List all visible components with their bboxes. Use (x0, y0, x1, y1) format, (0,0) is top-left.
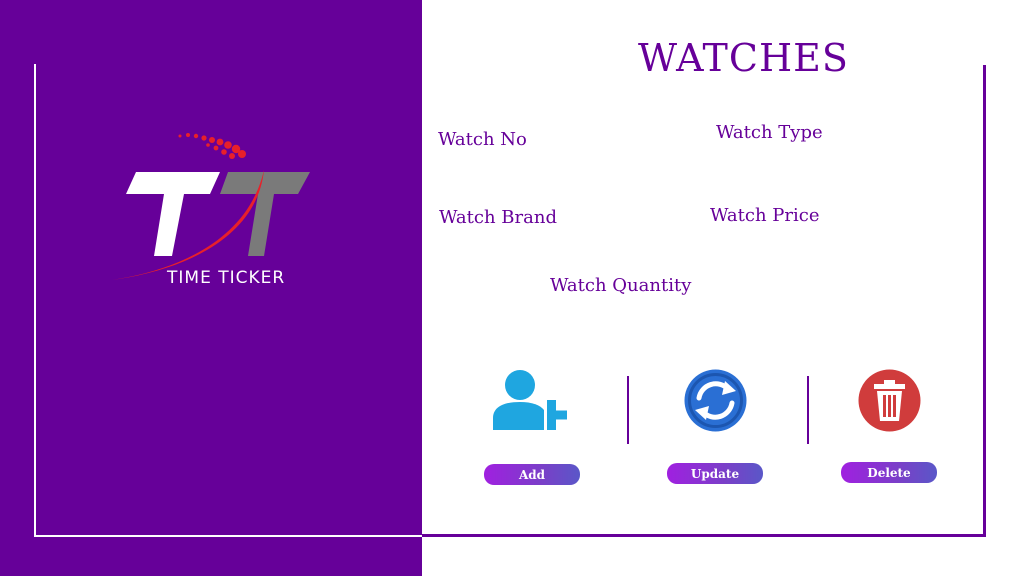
trash-icon[interactable] (858, 369, 921, 432)
brand-panel: TIME TICKER (0, 0, 422, 576)
frame-line-left (34, 64, 36, 537)
page-title: WATCHES (638, 36, 849, 80)
update-button[interactable]: Update (667, 463, 763, 484)
add-button[interactable]: Add (484, 464, 580, 485)
frame-line-bottom-right (422, 534, 986, 537)
brand-name: TIME TICKER (167, 268, 286, 288)
watch-no-label: Watch No (438, 129, 527, 150)
frame-line-right (983, 65, 986, 537)
delete-button[interactable]: Delete (841, 462, 937, 483)
time-ticker-logo (112, 133, 310, 280)
watch-brand-label: Watch Brand (439, 207, 557, 228)
watch-type-label: Watch Type (716, 122, 823, 143)
watch-quantity-label: Watch Quantity (550, 275, 692, 296)
add-user-icon[interactable] (492, 368, 574, 432)
watch-price-label: Watch Price (710, 205, 820, 226)
frame-line-bottom-left (34, 535, 422, 537)
action-divider (807, 376, 809, 444)
action-divider (627, 376, 629, 444)
update-icon[interactable] (684, 369, 747, 432)
